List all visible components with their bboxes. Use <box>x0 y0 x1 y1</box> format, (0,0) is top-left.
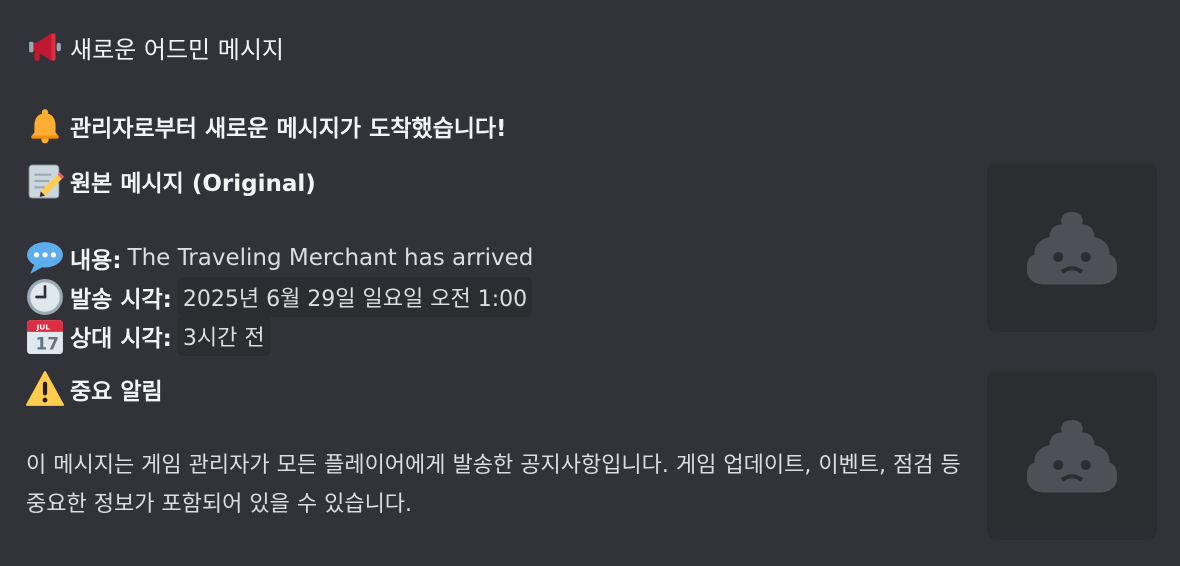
alert-row: 관리자로부터 새로운 메시지가 도착했습니다! <box>26 107 507 145</box>
relative-time-value: 3시간 전 <box>177 316 270 356</box>
megaphone-icon <box>26 28 64 66</box>
content-field-row: 내용: The Traveling Merchant has arrived <box>26 239 533 277</box>
relative-time-label: 상대 시각: <box>70 326 172 352</box>
sent-time-value: 2025년 6월 29일 일요일 오전 1:00 <box>177 277 533 317</box>
relative-time-field-row: JUL 17 상대 시각: 3시간 전 <box>26 316 270 356</box>
embed-title: 새로운 어드민 메시지 <box>70 35 284 64</box>
bell-icon <box>26 107 64 145</box>
embed-description: 이 메시지는 게임 관리자가 모든 플레이어에게 발송한 공지사항입니다. 게임… <box>26 453 961 517</box>
original-label: 원본 메시지 (Original) <box>70 171 316 197</box>
pile-of-poo-icon <box>1027 212 1117 285</box>
important-label: 중요 알림 <box>70 379 163 405</box>
pile-of-poo-icon <box>1027 420 1117 493</box>
original-row: 원본 메시지 (Original) <box>26 162 316 200</box>
sent-time-field-row: 발송 시각: 2025년 6월 29일 일요일 오전 1:00 <box>26 277 533 317</box>
content-label: 내용: <box>70 248 122 274</box>
calendar-icon: JUL 17 <box>26 317 64 355</box>
warning-icon <box>26 370 64 408</box>
speech-balloon-icon <box>26 239 64 277</box>
sent-time-label: 발송 시각: <box>70 287 172 313</box>
calendar-day-text: 17 <box>36 334 59 354</box>
important-row: 중요 알림 <box>26 370 163 408</box>
content-value: The Traveling Merchant has arrived <box>127 245 534 271</box>
alert-text: 관리자로부터 새로운 메시지가 도착했습니다! <box>70 116 507 142</box>
embed-image-1[interactable] <box>987 162 1157 332</box>
embed-image-2[interactable] <box>987 370 1157 540</box>
admin-message-embed: 새로운 어드민 메시지 관리자로부터 새로운 메시지가 도착했습니다! 원본 메… <box>0 0 1180 566</box>
memo-icon <box>26 162 64 200</box>
calendar-month-text: JUL <box>36 323 51 332</box>
embed-title-row: 새로운 어드민 메시지 <box>26 28 284 66</box>
clock-icon <box>26 278 64 316</box>
